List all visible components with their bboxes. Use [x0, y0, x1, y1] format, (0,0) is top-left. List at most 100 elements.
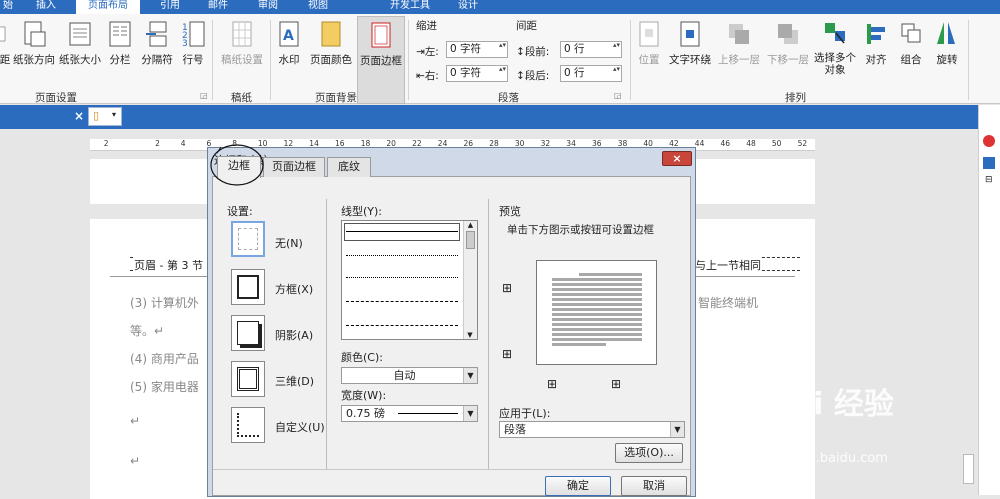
preview-label: 预览 — [499, 205, 521, 218]
setting-shadow[interactable]: 阴影(A) — [275, 327, 313, 343]
line-style-dash-long[interactable] — [346, 325, 458, 326]
line-style-label: 线型(Y): — [341, 205, 383, 218]
setting-shadow-icon[interactable] — [231, 315, 265, 351]
tab-review[interactable]: 审阅 — [248, 0, 288, 14]
width-select[interactable]: 0.75 磅 ▼ — [341, 405, 478, 422]
line-style-dotted[interactable] — [346, 255, 458, 256]
line-numbers-button[interactable]: 1 2 3 行号 — [179, 16, 207, 78]
doc-line[interactable]: (3) 计算机外 — [130, 294, 199, 311]
doc-line[interactable]: ↵ — [130, 414, 140, 428]
close-icon[interactable]: × — [74, 109, 84, 123]
document-icon[interactable] — [983, 157, 995, 169]
header-section-label: 页眉 - 第 3 节 - — [134, 257, 211, 273]
bottom-border-button[interactable]: ⊞ — [502, 347, 512, 361]
chevron-down-icon: ▼ — [463, 406, 477, 421]
divider — [488, 199, 489, 469]
tree-toggle-icon[interactable]: ⊟ — [985, 175, 993, 185]
doc-line[interactable]: (4) 商用产品 — [130, 350, 199, 367]
selection-pane-button[interactable]: 选择多个对象 — [812, 16, 858, 88]
preview-pane[interactable] — [536, 260, 657, 365]
new-document-button[interactable]: ▯ ▾ — [88, 107, 122, 126]
color-select[interactable]: 自动 ▼ — [341, 367, 478, 384]
space-before-field[interactable]: 0 行 — [560, 41, 622, 58]
text-wrap-button[interactable]: 文字环绕 — [666, 16, 714, 78]
position-button[interactable]: 位置 — [634, 16, 664, 78]
bring-forward-button[interactable]: 上移一层 — [714, 16, 764, 78]
preview-line — [552, 323, 642, 326]
line-style-dashed[interactable] — [346, 301, 458, 302]
dialog-launcher-icon[interactable]: ◲ — [200, 91, 208, 100]
send-backward-button[interactable]: 下移一层 — [764, 16, 812, 78]
tab-start[interactable]: 始 — [0, 0, 22, 14]
spacing-title: 间距 — [516, 20, 537, 32]
setting-custom-icon[interactable] — [231, 407, 265, 443]
tab-references[interactable]: 引用 — [150, 0, 190, 14]
top-border-button[interactable]: ⊞ — [502, 281, 512, 295]
dialog-launcher-icon[interactable]: ◲ — [614, 91, 622, 100]
svg-text:3: 3 — [182, 39, 188, 49]
tab-mailings[interactable]: 邮件 — [198, 0, 238, 14]
watermark-button[interactable]: A 水印 — [274, 16, 304, 78]
line-style-scrollbar[interactable]: ▲ ▼ — [463, 221, 477, 339]
ok-button[interactable]: 确定 — [545, 476, 611, 496]
scrollbar-thumb[interactable] — [963, 454, 974, 484]
back-icon[interactable] — [983, 135, 995, 147]
group-button[interactable]: 组合 — [896, 16, 926, 78]
setting-3d-icon[interactable] — [231, 361, 265, 397]
page-color-button[interactable]: 页面颜色 — [306, 16, 356, 78]
tab-design[interactable]: 设计 — [452, 0, 484, 14]
setting-none[interactable]: 无(N) — [275, 235, 303, 251]
line-style-list[interactable]: ▲ ▼ — [341, 220, 478, 340]
tab-page-layout[interactable]: 页面布局 — [76, 0, 140, 14]
annotation-circle — [210, 144, 264, 186]
right-border-button[interactable]: ⊞ — [611, 377, 621, 391]
left-border-button[interactable]: ⊞ — [547, 377, 557, 391]
tab-developer[interactable]: 开发工具 — [378, 0, 442, 14]
line-style-solid[interactable] — [346, 231, 458, 232]
indent-left-field[interactable]: 0 字符 — [446, 41, 508, 58]
setting-none-icon[interactable] — [231, 221, 265, 257]
preview-line — [552, 283, 642, 286]
page-size-icon — [69, 22, 91, 46]
close-icon: × — [672, 152, 682, 165]
space-after-field[interactable]: 0 行 — [560, 65, 622, 82]
orientation-icon — [24, 21, 46, 47]
rotate-button[interactable]: 旋转 — [932, 16, 962, 78]
ribbon-tab-bar: 始 插入 页面布局 引用 邮件 审阅 视图 开发工具 设计 — [0, 0, 1000, 14]
line-style-selected[interactable] — [344, 223, 460, 241]
ruler-tick-label: 48 — [746, 139, 756, 148]
tab-shading[interactable]: 底纹 — [327, 157, 371, 177]
page-borders-button[interactable]: 页面边框 — [357, 16, 405, 104]
size-button[interactable]: 纸张大小 — [56, 16, 104, 78]
tab-view[interactable]: 视图 — [298, 0, 338, 14]
apply-to-select[interactable]: 段落 ▼ — [499, 421, 685, 438]
cancel-button[interactable]: 取消 — [621, 476, 687, 496]
line-style-dotted-fine[interactable] — [346, 277, 458, 278]
ruler-tick-label: 44 — [694, 139, 705, 148]
align-button[interactable]: 对齐 — [860, 16, 892, 78]
setting-custom[interactable]: 自定义(U) — [275, 419, 325, 435]
doc-line[interactable]: 智能终端机 — [698, 294, 758, 311]
doc-line[interactable]: 等。↵ — [130, 322, 164, 339]
columns-button[interactable]: 分栏 — [106, 16, 134, 78]
setting-3d[interactable]: 三维(D) — [275, 373, 314, 389]
ruler-tick-label: 2 — [155, 139, 160, 148]
dialog-close-button[interactable]: × — [662, 151, 692, 166]
rotate-icon — [937, 22, 955, 44]
group-arrange: 排列 — [785, 92, 806, 104]
options-button[interactable]: 选项(O)... — [615, 443, 683, 463]
doc-line[interactable]: (5) 家用电器 — [130, 378, 199, 395]
tab-insert[interactable]: 插入 — [26, 0, 66, 14]
setting-box-icon[interactable] — [231, 269, 265, 305]
ruler-tick-label: 2 — [103, 139, 109, 148]
preview-line — [552, 278, 642, 281]
preview-text-lines — [552, 273, 642, 348]
breaks-button[interactable]: 分隔符 — [137, 16, 177, 78]
draft-paper-button[interactable]: 稿纸设置 — [218, 16, 266, 78]
doc-line[interactable]: ↵ — [130, 454, 140, 468]
group-page-background: 页面背景 — [315, 92, 357, 104]
indent-left-icon: ⇥ — [416, 46, 425, 58]
indent-right-field[interactable]: 0 字符 — [446, 65, 508, 82]
orientation-button[interactable]: 纸张方向 — [12, 16, 56, 78]
setting-box[interactable]: 方框(X) — [275, 281, 313, 297]
